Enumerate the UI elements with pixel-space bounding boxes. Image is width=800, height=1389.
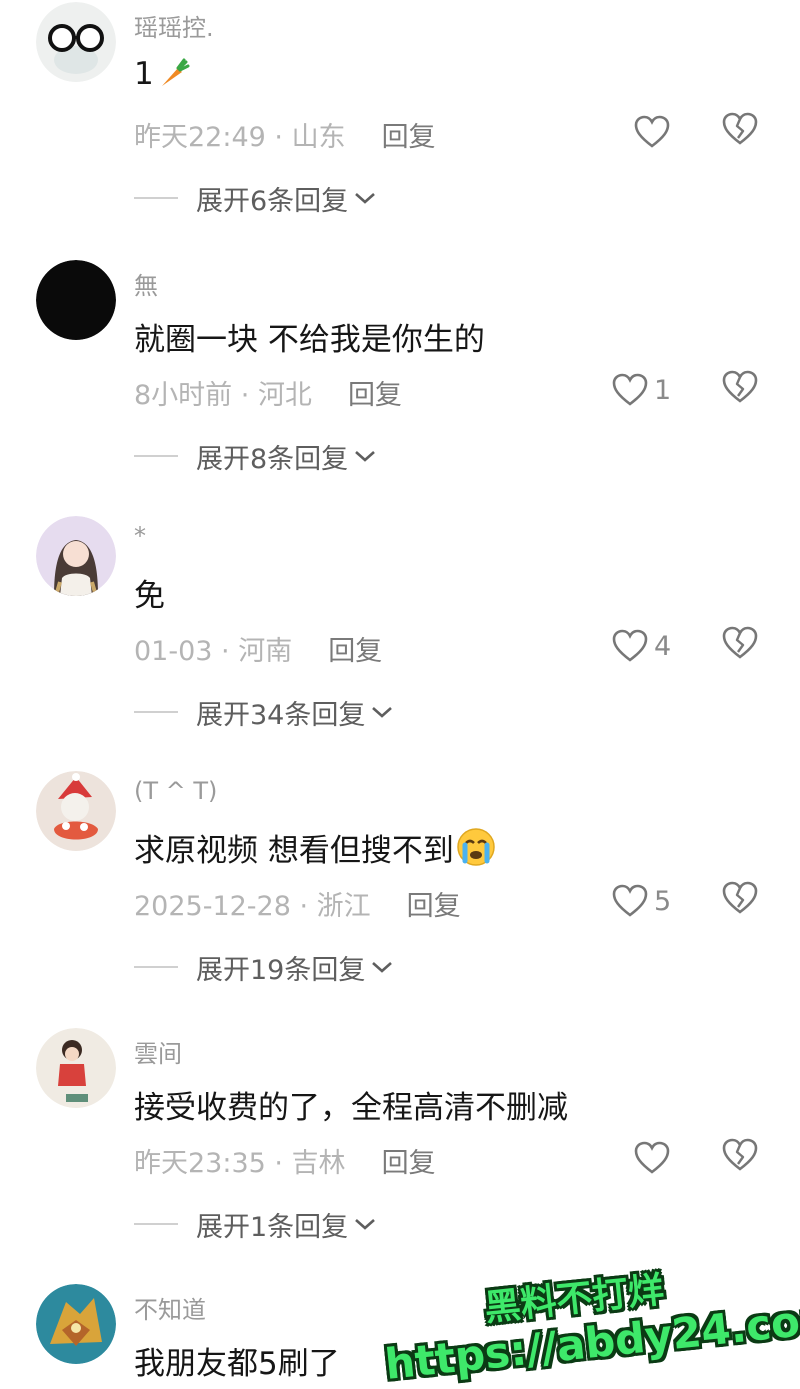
like-button[interactable] [634,1138,676,1178]
like-count: 5 [654,885,672,917]
avatar[interactable] [36,1028,116,1108]
comment-time: 昨天23:35 [134,1148,266,1179]
broken-heart-icon [722,881,758,914]
expand-replies-label: 展开19条回复 [196,954,366,986]
comment-meta: 2025-12-28 · 浙江 回复 [134,884,461,923]
expand-replies-button[interactable]: 展开1条回复 [134,1204,376,1244]
watermark-url: https://abdy24.com [382,1292,800,1389]
comment-time: 8小时前 [134,380,233,411]
comment-time: 昨天22:49 [134,122,266,153]
avatar[interactable] [36,771,116,851]
comment-text: 免 [134,578,165,614]
expand-replies-button[interactable]: 展开6条回复 [134,178,376,218]
expand-divider-line [134,197,178,199]
comment-location: 山东 [291,122,346,153]
expand-divider-line [134,966,178,968]
dislike-button[interactable] [722,626,758,664]
reply-button[interactable]: 回复 [382,1148,436,1179]
comment-time: 01-03 [134,636,213,667]
meta-separator: · [265,1148,292,1179]
like-button[interactable]: 1 [612,370,671,410]
comment-username[interactable]: 不知道 [134,1290,206,1325]
meta-separator: · [265,122,292,153]
comment-meta: 01-03 · 河南 回复 [134,629,382,668]
heart-outline-icon [634,1141,670,1174]
broken-heart-icon [722,1138,758,1171]
like-button[interactable] [634,112,676,152]
reply-button[interactable]: 回复 [407,891,461,922]
avatar[interactable] [36,2,116,82]
comment-username[interactable]: 瑶瑶控. [134,8,214,43]
watermark-title: 黑料不打烊 [482,1269,667,1330]
reply-button[interactable]: 回复 [328,636,382,667]
expand-replies-label: 展开34条回复 [196,699,366,731]
meta-separator: · [290,891,317,922]
chevron-down-icon [372,962,393,973]
chevron-down-icon [355,193,376,204]
expand-replies-button[interactable]: 展开34条回复 [134,692,393,732]
comment-meta: 8小时前 · 河北 回复 [134,373,402,412]
expand-replies-label: 展开6条回复 [196,185,349,217]
meta-separator: · [212,636,239,667]
comment-location: 河南 [238,636,293,667]
dislike-button[interactable] [722,112,758,150]
comment-meta: 昨天23:35 · 吉林 回复 [134,1141,436,1180]
heart-outline-icon [612,884,648,917]
avatar[interactable] [36,516,116,596]
reply-button[interactable]: 回复 [382,122,436,153]
like-button[interactable]: 5 [612,881,671,921]
comment-username[interactable]: 無 [134,266,158,301]
comment-text: 求原视频 想看但搜不到 [134,825,496,870]
comment-text: 就圈一块 不给我是你生的 [134,322,485,358]
expand-replies-label: 展开8条回复 [196,443,349,475]
chevron-down-icon [372,707,393,718]
like-count: 4 [654,630,672,662]
like-button[interactable]: 4 [612,626,671,666]
dislike-button[interactable] [722,370,758,408]
comment-text-value: 1 [134,56,154,92]
like-count: 1 [654,374,672,406]
comment-time: 2025-12-28 [134,891,291,922]
heart-outline-icon [634,115,670,148]
broken-heart-icon [722,626,758,659]
avatar[interactable] [36,1284,116,1364]
dislike-button[interactable] [722,881,758,919]
broken-heart-icon [722,112,758,145]
expand-replies-button[interactable]: 展开19条回复 [134,947,393,987]
meta-separator: · [232,380,258,411]
expand-divider-line [134,1223,178,1225]
chevron-down-icon [355,1219,376,1230]
watermark: 黑料不打烊 https://abdy24.com [380,1262,800,1389]
comment-username[interactable]: * [134,522,146,550]
crying-face-emoji-icon [457,828,495,866]
comment-username[interactable]: (T ^ T) [134,777,217,805]
comment-text: 1 [134,56,190,92]
expand-divider-line [134,455,178,457]
expand-replies-label: 展开1条回复 [196,1211,349,1243]
broken-heart-icon [722,370,758,403]
heart-outline-icon [612,629,648,662]
comment-meta: 昨天22:49 · 山东 回复 [134,115,436,154]
heart-outline-icon [612,373,648,406]
comment-text: 我朋友都5刷了 [134,1346,340,1382]
reply-button[interactable]: 回复 [348,380,402,411]
comment-username[interactable]: 雲间 [134,1034,182,1069]
dislike-button[interactable] [722,1138,758,1176]
comment-text: 接受收费的了，全程高清不删减 [134,1090,568,1126]
comment-text-value: 求原视频 想看但搜不到 [134,833,454,869]
carrot-emoji-icon [161,58,190,86]
expand-replies-button[interactable]: 展开8条回复 [134,436,376,476]
expand-divider-line [134,711,178,713]
comment-location: 河北 [257,380,312,411]
comment-location: 吉林 [291,1148,346,1179]
avatar[interactable] [36,260,116,340]
chevron-down-icon [355,451,376,462]
comment-location: 浙江 [316,891,371,922]
